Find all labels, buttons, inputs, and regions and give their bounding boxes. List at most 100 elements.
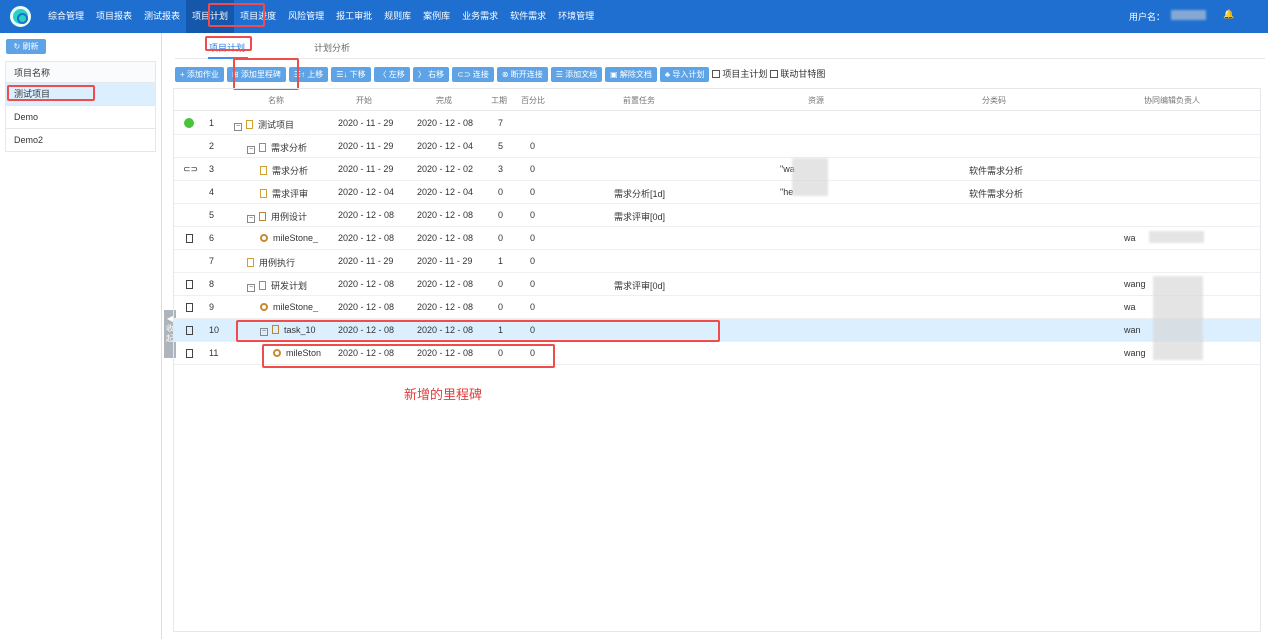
collapse-tree-icon[interactable]: − <box>247 215 255 223</box>
finish-cell: 2020 - 12 - 02 <box>417 164 474 174</box>
annotation-box-task-row <box>236 320 720 342</box>
finish-cell: 2020 - 11 - 29 <box>417 256 473 266</box>
start-cell: 2020 - 12 - 08 <box>338 233 395 243</box>
percent-cell: 0 <box>530 141 536 151</box>
percent-cell: 0 <box>530 164 536 174</box>
pred-cell: 需求分析[1d] <box>614 189 666 199</box>
start-cell: 2020 - 12 - 08 <box>338 210 395 220</box>
project-item[interactable]: Demo2 <box>5 129 156 152</box>
add-document-button[interactable]: ☰ 添加文档 <box>550 66 603 82</box>
table-row[interactable]: ⊂⊃ 3 需求分析 2020 - 11 - 29 2020 - 12 - 02 3 0 "wa… <box>174 158 1260 181</box>
duration-cell: 0 <box>498 279 504 289</box>
bell-icon[interactable]: 🔔 <box>1223 9 1234 21</box>
task-name: 需求评审 <box>272 189 309 199</box>
task-name-cell[interactable]: mileStone_ <box>260 302 341 312</box>
task-name-cell[interactable]: 需求分析 <box>260 164 341 177</box>
owner-cell: wa <box>1124 302 1136 312</box>
owner-cell: wang <box>1124 279 1146 289</box>
task-name-cell[interactable]: − 需求分析 <box>247 141 340 154</box>
percent-cell: 0 <box>530 233 536 243</box>
document-icon <box>186 349 193 358</box>
owner-cell: wa <box>1124 233 1136 243</box>
collapse-tree-icon[interactable]: − <box>247 284 255 292</box>
percent-cell: 0 <box>530 302 536 312</box>
move-down-button[interactable]: ☰↓ 下移 <box>331 66 371 82</box>
redacted-username <box>1171 10 1206 20</box>
task-name-cell[interactable]: 需求评审 <box>260 187 341 200</box>
annotation-box-nav <box>208 3 265 27</box>
task-name: 用例设计 <box>271 212 308 222</box>
task-name-cell[interactable]: − 测试项目 <box>234 118 339 131</box>
header-percent: 百分比 <box>521 96 545 105</box>
duration-cell: 7 <box>498 118 504 128</box>
remove-document-button[interactable]: ▣ 解除文档 <box>605 66 657 82</box>
project-item[interactable]: Demo <box>5 106 156 129</box>
nav-risk[interactable]: 风险管理 <box>282 0 330 33</box>
percent-cell: 0 <box>530 256 536 266</box>
tab-plan-analysis[interactable]: 计划分析 <box>314 41 350 54</box>
row-id: 10 <box>209 325 220 335</box>
row-id: 2 <box>209 141 215 151</box>
owner-cell: wang <box>1124 348 1146 358</box>
task-name: mileStone_ <box>273 302 319 312</box>
table-row[interactable]: 1 − 测试项目 2020 - 11 - 29 2020 - 12 - 08 7 <box>174 112 1260 135</box>
nav-rules[interactable]: 规则库 <box>378 0 417 33</box>
finish-cell: 2020 - 12 - 08 <box>417 302 474 312</box>
nav-project-report[interactable]: 项目报表 <box>90 0 138 33</box>
collapse-tree-icon[interactable]: − <box>247 146 255 154</box>
table-row[interactable]: 2 − 需求分析 2020 - 11 - 29 2020 - 12 - 04 5 0 <box>174 135 1260 158</box>
project-list-header: 项目名称 <box>5 61 156 83</box>
nav-test-report[interactable]: 测试报表 <box>138 0 186 33</box>
table-row[interactable]: 6 mileStone_ 2020 - 12 - 08 2020 - 12 - 08 0… <box>174 227 1260 250</box>
nav-business-req[interactable]: 业务需求 <box>456 0 504 33</box>
collapse-tree-icon[interactable]: − <box>234 123 242 131</box>
owner-cell: wan <box>1124 325 1141 335</box>
main-plan-checkbox[interactable]: 项目主计划 <box>712 67 767 82</box>
task-name-cell[interactable]: − 用例设计 <box>247 210 340 223</box>
project-sidebar: ↻ 刷新 项目名称 测试项目 Demo Demo2 <box>0 33 162 639</box>
start-cell: 2020 - 12 - 08 <box>338 279 395 289</box>
nav-software-req[interactable]: 软件需求 <box>504 0 552 33</box>
table-row[interactable]: 4 需求评审 2020 - 12 - 04 2020 - 12 - 04 0 0 需求分析[… <box>174 181 1260 204</box>
nav-comprehensive[interactable]: 综合管理 <box>42 0 90 33</box>
table-row[interactable]: 5 − 用例设计 2020 - 12 - 08 2020 - 12 - 08 0 0 需求评审… <box>174 204 1260 227</box>
checkbox-icon <box>712 70 721 78</box>
annotation-note: 新增的里程碑 <box>404 387 483 402</box>
header-category: 分类码 <box>982 96 1006 105</box>
top-navigation: 综合管理 项目报表 测试报表 项目计划 项目进度 风险管理 报工审批 规则库 案… <box>0 0 1268 33</box>
move-left-button[interactable]: 〈 左移 <box>373 66 410 82</box>
table-row[interactable]: 8 − 研发计划 2020 - 12 - 08 2020 - 12 - 08 0 0 需求评审… <box>174 273 1260 296</box>
row-id: 5 <box>209 210 215 220</box>
row-id: 6 <box>209 233 215 243</box>
redacted-owner <box>1149 231 1204 243</box>
add-task-button[interactable]: + 添加作业 <box>175 66 224 82</box>
header-predecessor: 前置任务 <box>623 96 655 105</box>
import-plan-button[interactable]: ♣ 导入计划 <box>659 66 710 82</box>
duration-cell: 5 <box>498 141 504 151</box>
checkbox-label: 联动甘特图 <box>780 68 826 79</box>
nav-work-approval[interactable]: 报工审批 <box>330 0 378 33</box>
table-row[interactable]: 7 用例执行 2020 - 11 - 29 2020 - 11 - 29 1 0 <box>174 250 1260 273</box>
finish-cell: 2020 - 12 - 08 <box>417 118 474 128</box>
task-name-cell[interactable]: 用例执行 <box>247 256 340 269</box>
move-right-button[interactable]: 〉 右移 <box>412 66 450 82</box>
task-name-cell[interactable]: − 研发计划 <box>247 279 340 292</box>
file-icon <box>260 189 267 198</box>
duration-cell: 0 <box>498 210 504 220</box>
app-logo <box>10 6 31 27</box>
document-icon <box>186 234 193 243</box>
duration-cell: 1 <box>498 256 504 266</box>
finish-cell: 2020 - 12 - 04 <box>417 141 474 151</box>
refresh-button[interactable]: ↻ 刷新 <box>6 39 46 54</box>
task-name-cell[interactable]: mileStone_ <box>260 233 341 243</box>
table-row[interactable]: 9 mileStone_ 2020 - 12 - 08 2020 - 12 - 08 0… <box>174 296 1260 319</box>
linked-gantt-checkbox[interactable]: 联动甘特图 <box>770 67 825 82</box>
redacted-resource <box>792 158 828 196</box>
file-icon <box>260 166 267 175</box>
nav-environment[interactable]: 环境管理 <box>552 0 600 33</box>
unlink-button[interactable]: ⊗ 断开连接 <box>496 66 548 82</box>
nav-cases[interactable]: 案例库 <box>417 0 456 33</box>
milestone-icon <box>260 303 268 311</box>
link-button[interactable]: ⊂⊃ 连接 <box>452 66 494 82</box>
row-id: 4 <box>209 187 215 197</box>
